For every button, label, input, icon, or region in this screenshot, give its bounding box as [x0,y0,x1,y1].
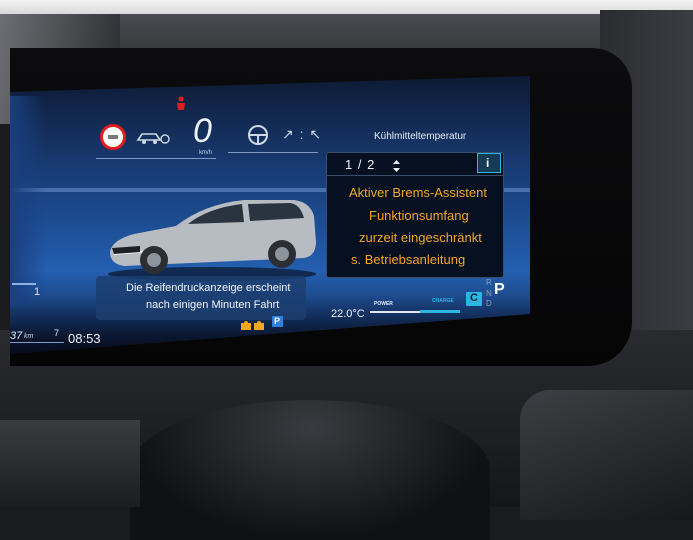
warning-light-icon [176,96,186,112]
tire-notice-line-1: Die Reifendruckanzeige erscheint [126,282,291,294]
right-stalk [520,390,693,520]
parking-indicator: P [272,316,283,327]
outside-temperature: 22.0°C [331,308,365,320]
info-button-label: i [486,156,490,170]
tire-pressure-notice: Die Reifendruckanzeige erscheint nach ei… [96,276,306,320]
drive-mode-badge: C [466,292,482,306]
distance-assist-car-icon [136,130,170,146]
steering-column [130,400,490,540]
message-panel: 1 / 2 i Aktiver Brems-Assistent Funktion… [326,152,504,278]
odometer-divider [10,342,64,343]
header-label: Kühlmitteltemperatur [374,131,467,142]
message-line-3: zurzeit eingeschränkt [359,230,482,245]
parking-indicator-label: P [274,316,281,326]
gear-n: N [486,289,492,298]
message-line-4: s. Betriebsanleitung [351,252,466,267]
message-line-2: Funktionsumfang [369,208,469,223]
left-bottom-trim [0,420,140,507]
speed-underline [96,158,216,159]
speed-underline-right [228,152,318,153]
gear-d: D [486,299,492,308]
gear-r: R [486,278,492,287]
assist-status-text: ↗ : ↖ [282,126,323,142]
drive-mode-label: C [470,292,478,304]
car-estate-illustration [104,192,320,282]
clock: 08:53 [68,331,101,346]
message-page-indicator: 1 / 2 [345,157,376,172]
page-stepper-icon[interactable] [393,159,400,172]
left-gauge-digit: 1 [34,286,41,298]
info-button[interactable]: i [477,153,501,173]
message-line-1: Aktiver Brems-Assistent [349,185,487,200]
steering-assist-icon [246,124,270,146]
speed-value: 0 [193,112,212,150]
odometer-left-value: 37 [10,330,23,342]
charge-bar-segment [420,310,460,313]
charge-label: CHARGE [432,298,454,304]
left-gauge-tick [12,283,36,285]
left-gauge-edge [10,96,46,306]
trip-value: 7 [54,328,60,338]
seatbelt-warning-icon [241,318,265,330]
speed-unit: km/h [199,150,213,156]
no-overtaking-sign-icon [100,124,126,150]
gear-p: P [494,281,505,298]
tire-notice-line-2: nach einigen Minuten Fahrt [146,299,280,311]
power-label: POWER [374,301,393,307]
odometer-unit: km [24,333,34,340]
